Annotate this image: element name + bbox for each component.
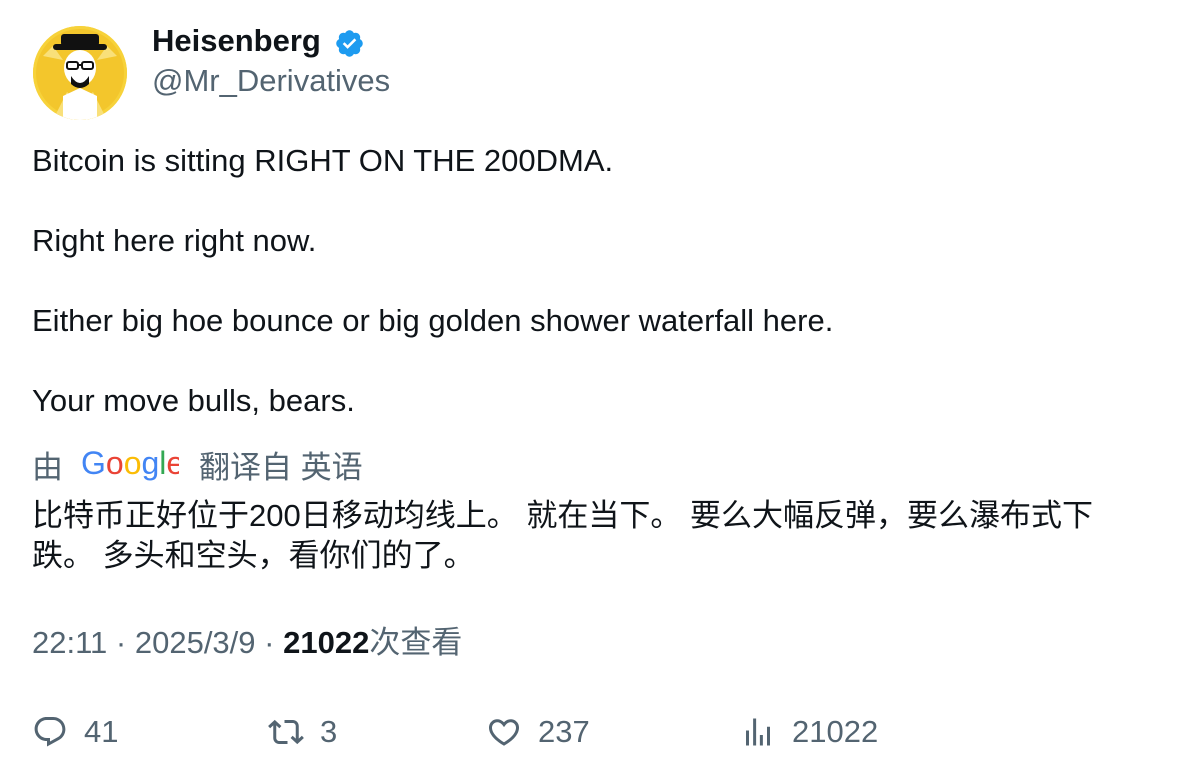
views-label: 次查看 — [369, 625, 463, 660]
handle[interactable]: @Mr_Derivatives — [152, 62, 390, 100]
display-name[interactable]: Heisenberg — [152, 22, 321, 60]
reply-icon — [34, 717, 66, 747]
reply-button[interactable]: 41 — [32, 710, 118, 754]
tweet-text-line: Either big hoe bounce or big golden show… — [32, 303, 834, 338]
tweet-meta: 22:11 · 2025/3/9 · 21022次查看 — [32, 624, 462, 662]
translated-text: 比特币正好位于200日移动均线上。 就在当下。 要么大幅反弹，要么瀑布式下跌。 … — [32, 498, 1093, 573]
google-logo-icon: Google — [81, 445, 184, 481]
verified-badge-icon — [336, 30, 363, 57]
tweet-text-line: Your move bulls, bears. — [32, 383, 355, 418]
like-count: 237 — [538, 714, 590, 749]
avatar[interactable] — [33, 26, 127, 120]
google-logo: Google — [81, 445, 184, 490]
views-action-count: 21022 — [792, 714, 879, 749]
translation-prefix: 由 — [32, 450, 63, 485]
retweet-button[interactable]: 3 — [268, 710, 337, 754]
views-button[interactable]: 21022 — [740, 710, 878, 754]
tweet-text-line: Right here right now. — [32, 223, 317, 258]
meta-separator: · — [264, 625, 275, 660]
reply-count: 41 — [84, 714, 119, 749]
svg-text:Google: Google — [81, 447, 179, 481]
translation-suffix: 翻译自 英语 — [199, 450, 363, 485]
translation-attribution: 由 Google 翻译自 英语 — [32, 445, 363, 490]
heisenberg-avatar-icon — [33, 26, 127, 120]
retweet-icon — [268, 719, 304, 745]
analytics-bar-icon — [746, 718, 770, 746]
like-button[interactable]: 237 — [486, 710, 590, 754]
retweet-count: 3 — [320, 714, 338, 749]
views-count: 21022 — [283, 625, 370, 660]
meta-separator: · — [115, 625, 127, 660]
heart-icon — [488, 719, 520, 746]
tweet-time[interactable]: 22:11 — [32, 625, 107, 660]
tweet-date[interactable]: 2025/3/9 — [135, 625, 256, 660]
tweet-text-line: Bitcoin is sitting RIGHT ON THE 200DMA. — [32, 143, 614, 178]
